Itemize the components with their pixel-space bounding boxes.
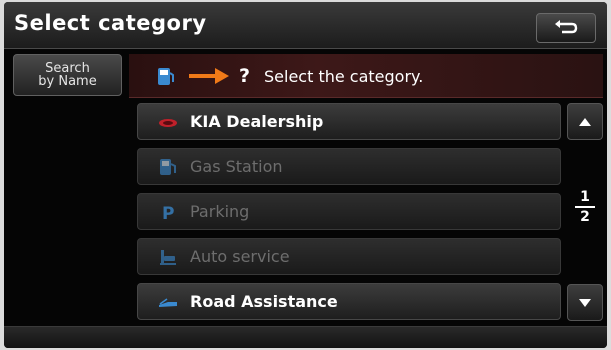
hint-question-mark: ? bbox=[239, 65, 251, 87]
bottom-bar bbox=[4, 326, 607, 348]
fuel-pump-icon bbox=[158, 68, 174, 85]
screen: Select category Search by Name ? Select … bbox=[0, 0, 611, 350]
tow-truck-icon bbox=[159, 298, 177, 307]
category-label: KIA Dealership bbox=[190, 112, 324, 131]
category-label: Parking bbox=[190, 202, 250, 221]
triangle-down-icon bbox=[579, 298, 591, 307]
back-button[interactable] bbox=[536, 13, 596, 43]
category-auto-service[interactable]: Auto service bbox=[137, 238, 561, 275]
scroll-down-button[interactable] bbox=[567, 284, 603, 321]
search-button-line2: by Name bbox=[38, 74, 97, 89]
parking-icon: P bbox=[162, 204, 174, 221]
hint-text: Select the category. bbox=[264, 67, 424, 86]
car-lift-icon bbox=[160, 250, 176, 265]
title-bar: Select category bbox=[4, 2, 607, 49]
page-indicator: 1 2 bbox=[573, 189, 597, 225]
category-road-assistance[interactable]: Road Assistance bbox=[137, 283, 561, 320]
category-label: Road Assistance bbox=[190, 292, 338, 311]
right-arrow-icon bbox=[189, 68, 229, 84]
category-gas-station[interactable]: Gas Station bbox=[137, 148, 561, 185]
page-current: 1 bbox=[580, 189, 590, 205]
svg-text:P: P bbox=[162, 204, 174, 221]
display-frame: Select category Search by Name ? Select … bbox=[4, 2, 607, 348]
category-parking[interactable]: P Parking bbox=[137, 193, 561, 230]
category-label: Auto service bbox=[190, 247, 290, 266]
car-icon bbox=[159, 119, 177, 127]
triangle-up-icon bbox=[579, 117, 591, 126]
page-title: Select category bbox=[14, 11, 207, 35]
page-total: 2 bbox=[580, 209, 590, 225]
category-label: Gas Station bbox=[190, 157, 283, 176]
hint-bar: ? Select the category. bbox=[129, 54, 603, 98]
back-arrow-icon bbox=[555, 20, 578, 34]
scroll-up-button[interactable] bbox=[567, 103, 603, 140]
fuel-pump-icon bbox=[160, 159, 176, 175]
search-by-name-button[interactable]: Search by Name bbox=[13, 54, 122, 96]
category-kia-dealership[interactable]: KIA Dealership bbox=[137, 103, 561, 140]
page-divider bbox=[575, 206, 595, 208]
